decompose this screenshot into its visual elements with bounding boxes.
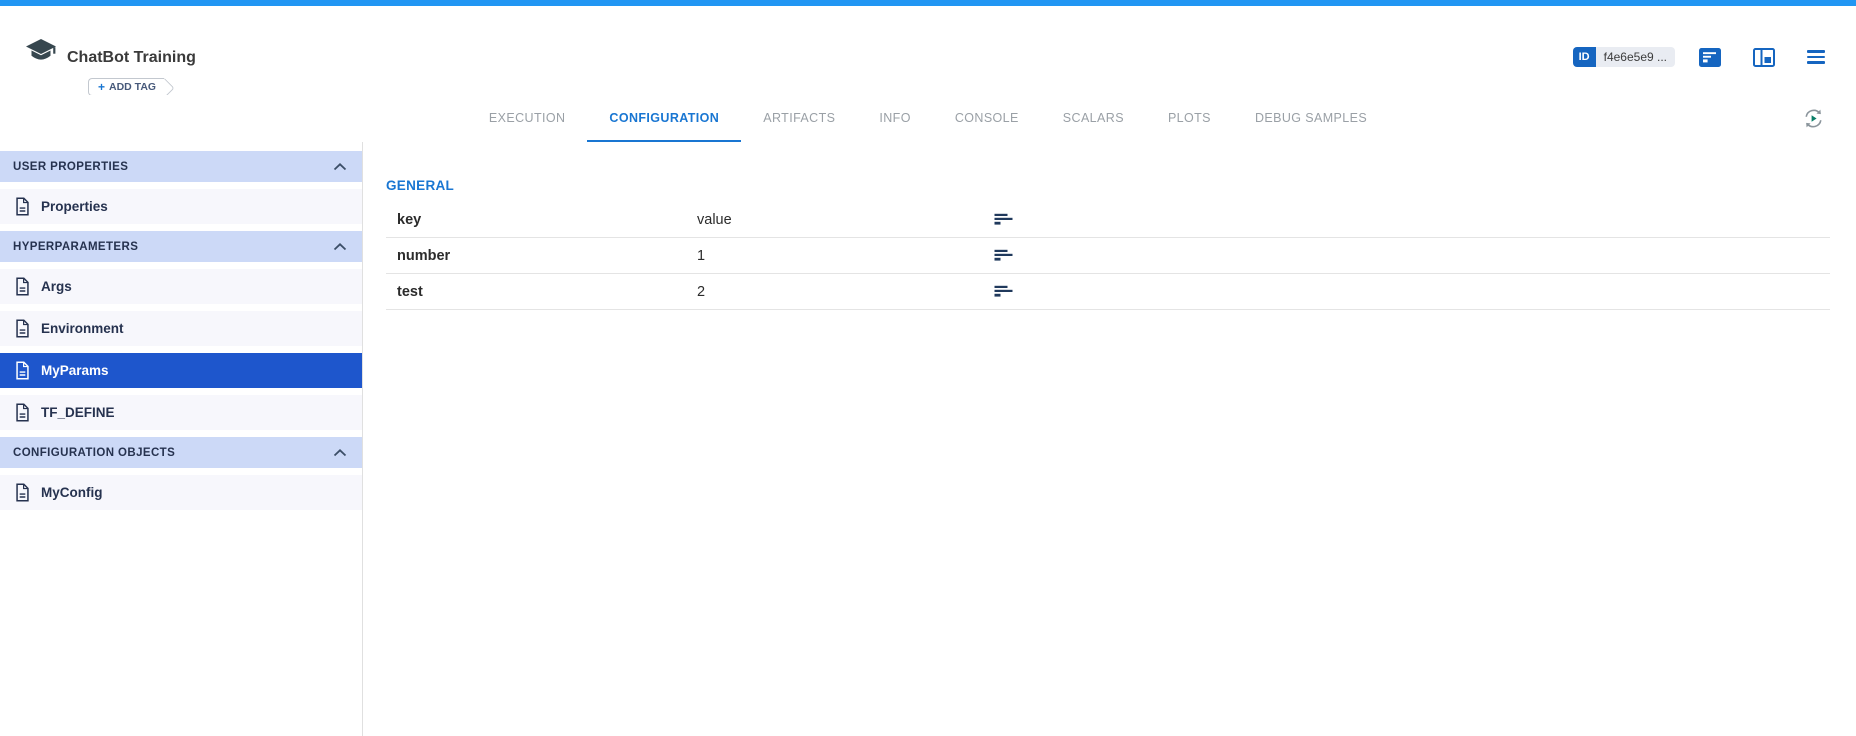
sidebar-item-environment[interactable]: Environment: [0, 311, 362, 346]
tab-execution[interactable]: EXECUTION: [467, 95, 588, 142]
param-key: test: [397, 284, 697, 300]
split-view-icon[interactable]: [1753, 48, 1775, 67]
table-row: number 1: [386, 238, 1830, 274]
annotation-icon[interactable]: [1699, 48, 1721, 67]
section-title: CONFIGURATION OBJECTS: [13, 447, 175, 459]
param-value: value: [697, 212, 994, 228]
param-lines-icon[interactable]: [994, 249, 1013, 262]
document-icon: [15, 319, 30, 338]
param-key: number: [397, 248, 697, 264]
sidebar-section-hyperparameters[interactable]: HYPERPARAMETERS: [0, 231, 362, 262]
id-value: f4e6e5e9 ...: [1596, 47, 1675, 67]
tab-artifacts[interactable]: ARTIFACTS: [741, 95, 857, 142]
sidebar-item-properties[interactable]: Properties: [0, 189, 362, 224]
configuration-panel: GENERAL key value number 1 test 2: [364, 142, 1856, 736]
sidebar-item-args[interactable]: Args: [0, 269, 362, 304]
id-badge: ID: [1573, 47, 1596, 67]
sidebar-section-user-properties[interactable]: USER PROPERTIES: [0, 151, 362, 182]
sidebar: USER PROPERTIES Properties HYPERPARAMETE…: [0, 142, 363, 736]
sidebar-section-configuration-objects[interactable]: CONFIGURATION OBJECTS: [0, 437, 362, 468]
experiment-icon: [25, 38, 57, 72]
chevron-up-icon: [333, 449, 347, 457]
tab-scalars[interactable]: SCALARS: [1041, 95, 1146, 142]
sidebar-item-myparams[interactable]: MyParams: [0, 353, 362, 388]
tab-plots[interactable]: PLOTS: [1146, 95, 1233, 142]
tab-bar: EXECUTION CONFIGURATION ARTIFACTS INFO C…: [0, 95, 1856, 142]
tab-info[interactable]: INFO: [857, 95, 932, 142]
experiment-id-chip[interactable]: ID f4e6e5e9 ...: [1573, 47, 1675, 67]
section-title: USER PROPERTIES: [13, 161, 128, 173]
add-tag-label: ADD TAG: [109, 81, 156, 93]
add-tag-button[interactable]: + ADD TAG: [88, 78, 164, 96]
param-lines-icon[interactable]: [994, 285, 1013, 298]
page-title: ChatBot Training: [67, 49, 196, 67]
sidebar-item-myconfig[interactable]: MyConfig: [0, 475, 362, 510]
chevron-up-icon: [333, 163, 347, 171]
app-window: COMPLETED ChatBot Training + ADD TAG ID …: [0, 0, 1856, 736]
parameter-table: key value number 1 test 2: [386, 202, 1830, 310]
plus-icon: +: [98, 80, 105, 94]
param-lines-icon[interactable]: [994, 213, 1013, 226]
document-icon: [15, 403, 30, 422]
sidebar-item-tf-define[interactable]: TF_DEFINE: [0, 395, 362, 430]
tab-configuration[interactable]: CONFIGURATION: [587, 95, 741, 142]
section-title: HYPERPARAMETERS: [13, 241, 138, 253]
menu-icon[interactable]: [1807, 50, 1825, 63]
document-icon: [15, 197, 30, 216]
document-icon: [15, 277, 30, 296]
general-section-title: GENERAL: [386, 178, 1830, 193]
table-row: test 2: [386, 274, 1830, 310]
document-icon: [15, 361, 30, 380]
auto-refresh-icon[interactable]: [1802, 107, 1825, 133]
header-actions: ID f4e6e5e9 ...: [1573, 47, 1825, 67]
tab-console[interactable]: CONSOLE: [933, 95, 1041, 142]
param-value: 1: [697, 248, 994, 264]
table-row: key value: [386, 202, 1830, 238]
chevron-up-icon: [333, 243, 347, 251]
tab-debug-samples[interactable]: DEBUG SAMPLES: [1233, 95, 1389, 142]
param-key: key: [397, 212, 697, 228]
header: ChatBot Training + ADD TAG ID f4e6e5e9 .…: [0, 6, 1856, 95]
document-icon: [15, 483, 30, 502]
param-value: 2: [697, 284, 994, 300]
